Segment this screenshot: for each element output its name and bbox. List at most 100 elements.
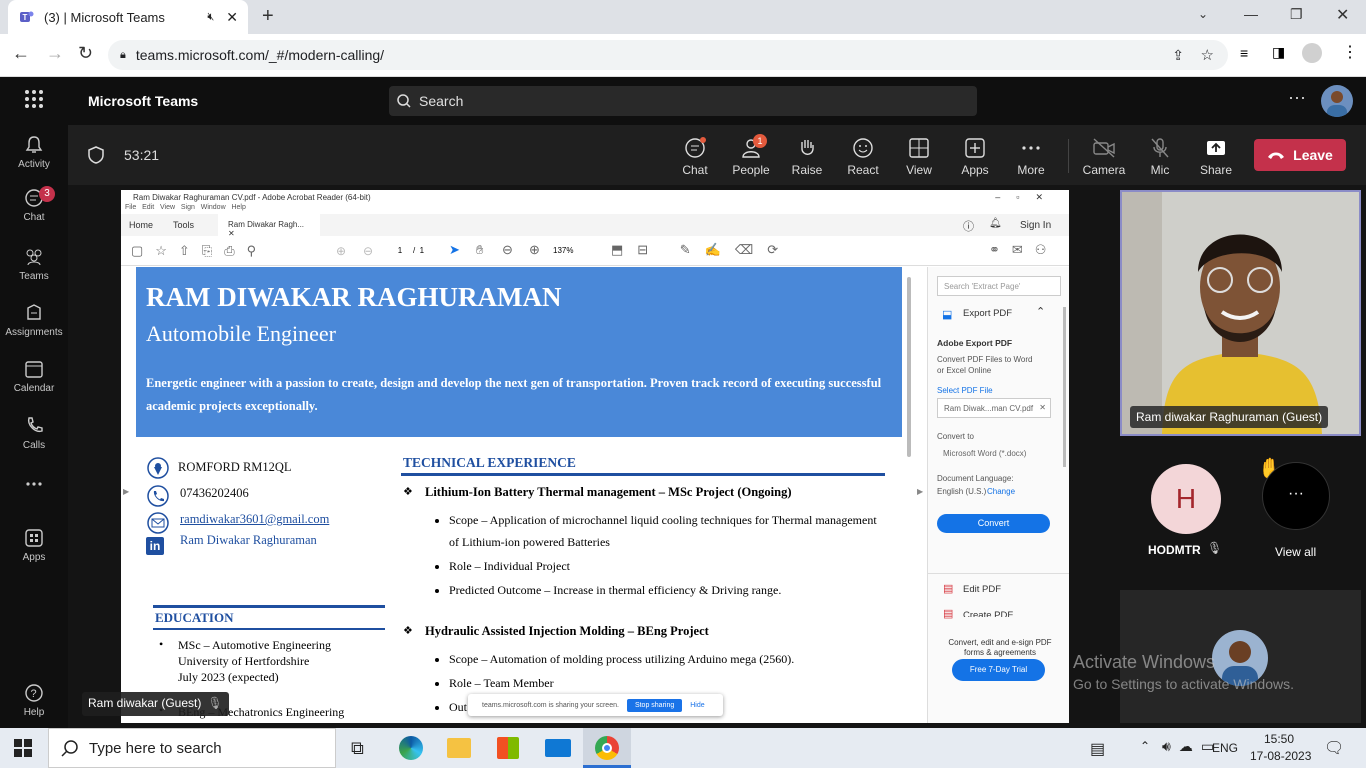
page-number-input[interactable]: 1	[391, 243, 409, 259]
collapse-right-arrow-icon[interactable]: ▶	[917, 487, 923, 496]
taskbar-search-input[interactable]: Type here to search	[48, 728, 336, 768]
language-indicator[interactable]: ENG	[1212, 741, 1238, 755]
selected-file[interactable]: Ram Diwak...man CV.pdf ✕	[937, 398, 1051, 418]
task-view-icon[interactable]: ⧉	[351, 738, 364, 759]
page-up-icon[interactable]: ⊕	[336, 244, 346, 258]
windows-start-icon[interactable]	[14, 739, 32, 757]
acrobat-window-controls[interactable]: –▫✕	[995, 192, 1059, 203]
convert-button[interactable]: Convert	[937, 514, 1050, 533]
clock-time[interactable]: 15:50	[1264, 732, 1294, 746]
zoom-out-icon[interactable]: ⊖	[502, 242, 513, 258]
edit-pdf-label[interactable]: Edit PDF	[963, 584, 1001, 595]
news-icon[interactable]: ▤	[1090, 739, 1105, 759]
panel-scrollbar[interactable]	[1063, 307, 1066, 467]
reload-icon[interactable]: ↻	[78, 43, 93, 64]
profile-icon[interactable]	[1302, 43, 1322, 63]
url-bar[interactable]: 🔒︎ teams.microsoft.com/_#/modern-calling…	[108, 40, 1228, 70]
raise-call-button[interactable]: Raise	[779, 137, 835, 177]
rail-item-chat[interactable]: Chat 3	[0, 186, 68, 223]
acrobat-tab-home[interactable]: Home	[129, 220, 153, 230]
acrobat-share-icons[interactable]: ⚭✉⚇	[989, 242, 1058, 258]
apps-call-button[interactable]: Apps	[947, 137, 1003, 177]
acrobat-tool-icons-left[interactable]: ▢☆⇧⎘⎙⚲	[131, 243, 268, 259]
share-page-icon[interactable]: ⇪	[1172, 47, 1184, 64]
more-call-button[interactable]: More	[1003, 137, 1059, 177]
acrobat-menu-items[interactable]: File Edit View Sign Window Help	[125, 204, 246, 211]
mail-icon[interactable]	[545, 739, 571, 757]
rail-item-teams[interactable]: Teams	[0, 247, 68, 282]
view-all-label[interactable]: View all	[1275, 545, 1316, 559]
free-trial-button[interactable]: Free 7-Day Trial	[952, 659, 1045, 681]
bookmark-star-icon[interactable]: ☆	[1201, 46, 1214, 64]
acrobat-bell-icon[interactable]: 🔔︎	[989, 218, 1002, 229]
share-call-button[interactable]: Share	[1188, 137, 1244, 177]
rail-item-calendar[interactable]: Calendar	[0, 359, 68, 394]
acrobat-tab-document[interactable]: Ram Diwakar Ragh... ✕	[218, 214, 320, 238]
new-tab-icon[interactable]: +	[262, 5, 274, 28]
rail-item-assignments[interactable]: Assignments	[0, 303, 68, 338]
acrobat-tab-tools[interactable]: Tools	[173, 220, 194, 230]
doc-scrollbar[interactable]	[907, 277, 911, 457]
rail-item-help[interactable]: ? Help	[0, 683, 68, 718]
participant-avatar[interactable]: H	[1151, 464, 1221, 534]
cv-linkedin[interactable]: Ram Diwakar Raghuraman	[180, 533, 317, 548]
leave-button[interactable]: Leave	[1254, 139, 1346, 171]
collapse-left-arrow-icon[interactable]: ▶	[123, 487, 129, 496]
acrobat-tool-icons-right[interactable]: ⬒⊟ ✎✍⌫⟳	[611, 242, 792, 258]
hide-sharing-button[interactable]: Hide	[690, 702, 704, 709]
react-call-button[interactable]: React	[835, 137, 891, 177]
restore-icon[interactable]: ❐	[1290, 6, 1303, 23]
cv-email[interactable]: ramdiwakar3601@gmail.com	[180, 512, 329, 527]
remove-file-icon[interactable]: ✕	[1039, 403, 1046, 412]
forward-icon[interactable]: →	[46, 43, 64, 64]
app-launcher-icon[interactable]	[24, 89, 44, 109]
hand-tool-icon[interactable]: ✋︎	[476, 242, 483, 258]
reading-list-icon[interactable]: ≡	[1240, 45, 1248, 61]
acrobat-help-icon[interactable]: ⓘ	[963, 218, 974, 234]
zoom-select[interactable]: 137%	[553, 246, 597, 255]
tray-chevron-icon[interactable]: ⌃	[1140, 739, 1150, 753]
rail-item-activity[interactable]: Activity	[0, 135, 68, 170]
select-cursor-icon[interactable]: ➤	[449, 242, 460, 258]
edge-icon[interactable]	[399, 736, 423, 760]
view-call-button[interactable]: View	[891, 137, 947, 177]
clock-date[interactable]: 17-08-2023	[1250, 749, 1311, 763]
mute-tab-icon[interactable]: 🔇︎	[207, 11, 214, 24]
view-all-button[interactable]: ···	[1262, 462, 1330, 530]
export-pdf-title[interactable]: Export PDF	[963, 308, 1012, 319]
user-avatar[interactable]	[1321, 85, 1353, 117]
mic-call-button[interactable]: Mic	[1132, 137, 1188, 177]
stop-sharing-button[interactable]: Stop sharing	[626, 698, 683, 712]
windows-taskbar: Type here to search ⧉ ▤ ⌃ 🔊︎☁▭ ENG 15:50…	[0, 728, 1366, 768]
chat-call-button[interactable]: Chat	[667, 137, 723, 177]
side-panel-icon[interactable]: ◨	[1272, 44, 1285, 61]
panel-search-input[interactable]: Search 'Extract Page'	[937, 276, 1061, 296]
rail-item-more[interactable]	[0, 480, 68, 492]
people-call-button[interactable]: People 1	[723, 134, 779, 177]
minimize-icon[interactable]: —	[1244, 6, 1258, 22]
rail-item-calls[interactable]: Calls	[0, 416, 68, 451]
close-tab-icon[interactable]: ✕	[226, 9, 238, 26]
browser-tab[interactable]: T (3) | Microsoft Teams 🔇︎ ✕	[8, 0, 248, 34]
participant-video-tile[interactable]: Ram diwakar Raghuraman (Guest)	[1120, 190, 1361, 436]
close-window-icon[interactable]: ✕	[1336, 5, 1349, 25]
page-down-icon[interactable]: ⊖	[363, 244, 373, 258]
search-input[interactable]: Search	[389, 86, 977, 116]
zoom-in-icon[interactable]: ⊕	[529, 242, 540, 258]
collapse-chevron-icon[interactable]: ⌃	[1036, 305, 1045, 318]
acrobat-sign-in[interactable]: Sign In	[1020, 220, 1051, 231]
camera-call-button[interactable]: Camera	[1076, 137, 1132, 177]
change-language-link[interactable]: Change	[987, 487, 1015, 496]
file-explorer-icon[interactable]	[447, 738, 471, 758]
format-select[interactable]: Microsoft Word (*.docx)	[937, 445, 1051, 463]
shared-screen-acrobat: Ram Diwakar Raghuraman CV.pdf - Adobe Ac…	[121, 190, 1069, 723]
create-pdf-label[interactable]: Create PDF	[963, 610, 1013, 617]
back-icon[interactable]: ←	[12, 43, 30, 64]
rail-item-apps[interactable]: Apps	[0, 528, 68, 563]
settings-more-icon[interactable]: ···	[1288, 87, 1306, 108]
chrome-icon[interactable]	[583, 728, 631, 768]
store-icon[interactable]	[497, 737, 519, 759]
notifications-icon[interactable]: 🗨︎	[1324, 738, 1344, 758]
tab-search-icon[interactable]: ⌄	[1198, 7, 1208, 21]
browser-menu-icon[interactable]: ⋮	[1342, 42, 1358, 62]
